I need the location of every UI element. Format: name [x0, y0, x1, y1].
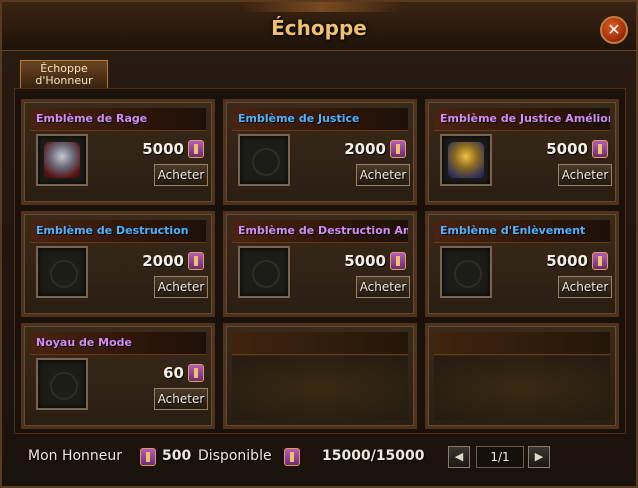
item-header: Emblème de Rage [30, 108, 206, 131]
empty-card-header [232, 332, 408, 355]
shop-item-card: Emblème de Justice 2000 Acheter [223, 99, 417, 205]
honor-currency-icon [592, 140, 608, 158]
empty-card-body [232, 356, 408, 420]
footer-bar: Mon Honneur 500 Disponible 15000/15000 ◀… [2, 440, 636, 480]
available-value: 15000/15000 [322, 448, 425, 464]
item-header: Emblème de Destruction [30, 220, 206, 243]
item-price: 2000 [344, 140, 386, 158]
page-indicator: 1/1 [476, 446, 524, 468]
honor-currency-icon [284, 448, 300, 466]
item-slot[interactable] [238, 246, 290, 298]
item-price: 60 [163, 364, 184, 382]
shop-item-card: Noyau de Mode 60 Acheter [21, 323, 215, 429]
shop-item-card: Emblème de Justice Amélioré 5000 Acheter [425, 99, 619, 205]
empty-card-header [434, 332, 610, 355]
buy-button[interactable]: Acheter [356, 276, 410, 298]
close-button[interactable]: ✕ [600, 16, 628, 44]
honor-currency-icon [390, 140, 406, 158]
prev-page-button[interactable]: ◀ [448, 446, 470, 468]
item-name: Emblème de Justice [238, 112, 360, 125]
honor-currency-icon [140, 448, 156, 466]
buy-button[interactable]: Acheter [356, 164, 410, 186]
justice-scales-emblem-icon [448, 142, 484, 178]
shop-window: Échoppe ✕ Échoppe d'Honneur Emblème de R… [0, 0, 638, 488]
honor-value: 500 [162, 448, 192, 464]
item-slot[interactable] [36, 134, 88, 186]
item-name: Emblème de Justice Amélioré [440, 112, 610, 125]
item-slot[interactable] [440, 134, 492, 186]
honor-currency-icon [592, 252, 608, 270]
available-label: Disponible [198, 448, 272, 464]
shop-item-card: Emblème de Rage 5000 Acheter [21, 99, 215, 205]
item-price: 5000 [142, 140, 184, 158]
title-bar: Échoppe ✕ [2, 2, 636, 51]
honor-label: Mon Honneur [28, 448, 123, 464]
item-name: Emblème d'Enlèvement [440, 224, 586, 237]
honor-currency-icon [188, 364, 204, 382]
rage-emblem-icon [44, 142, 80, 178]
item-slot[interactable] [36, 358, 88, 410]
shop-item-card: Emblème de Destruction 2000 Acheter [21, 211, 215, 317]
item-price: 2000 [142, 252, 184, 270]
title-ornament [242, 2, 402, 12]
buy-button[interactable]: Acheter [558, 164, 612, 186]
buy-button[interactable]: Acheter [154, 388, 208, 410]
item-header: Noyau de Mode [30, 332, 206, 355]
honor-currency-icon [188, 140, 204, 158]
buy-button[interactable]: Acheter [154, 164, 208, 186]
next-page-button[interactable]: ▶ [528, 446, 550, 468]
item-slot[interactable] [36, 246, 88, 298]
item-name: Noyau de Mode [36, 336, 133, 349]
window-title: Échoppe [271, 16, 367, 40]
shop-item-card: Emblème d'Enlèvement 5000 Acheter [425, 211, 619, 317]
item-header: Emblème de Justice [232, 108, 408, 131]
item-header: Emblème de Justice Amélioré [434, 108, 610, 131]
buy-button[interactable]: Acheter [154, 276, 208, 298]
honor-currency-icon [188, 252, 204, 270]
tab-honor-shop[interactable]: Échoppe d'Honneur [20, 60, 108, 88]
empty-card [223, 323, 417, 429]
tab-label-line2: d'Honneur [35, 74, 93, 87]
item-header: Emblème de Destruction Amélior [232, 220, 408, 243]
empty-card-body [434, 356, 610, 420]
item-name: Emblème de Destruction [36, 224, 189, 237]
item-price: 5000 [546, 140, 588, 158]
item-name: Emblème de Rage [36, 112, 148, 125]
buy-button[interactable]: Acheter [558, 276, 612, 298]
honor-currency-icon [390, 252, 406, 270]
item-slot[interactable] [238, 134, 290, 186]
item-header: Emblème d'Enlèvement [434, 220, 610, 243]
item-slot[interactable] [440, 246, 492, 298]
item-price: 5000 [546, 252, 588, 270]
empty-card [425, 323, 619, 429]
shop-grid: Emblème de Rage 5000 Acheter Emblème de … [14, 88, 626, 434]
item-price: 5000 [344, 252, 386, 270]
item-name: Emblème de Destruction Amélior [238, 224, 408, 237]
shop-item-card: Emblème de Destruction Amélior 5000 Ache… [223, 211, 417, 317]
